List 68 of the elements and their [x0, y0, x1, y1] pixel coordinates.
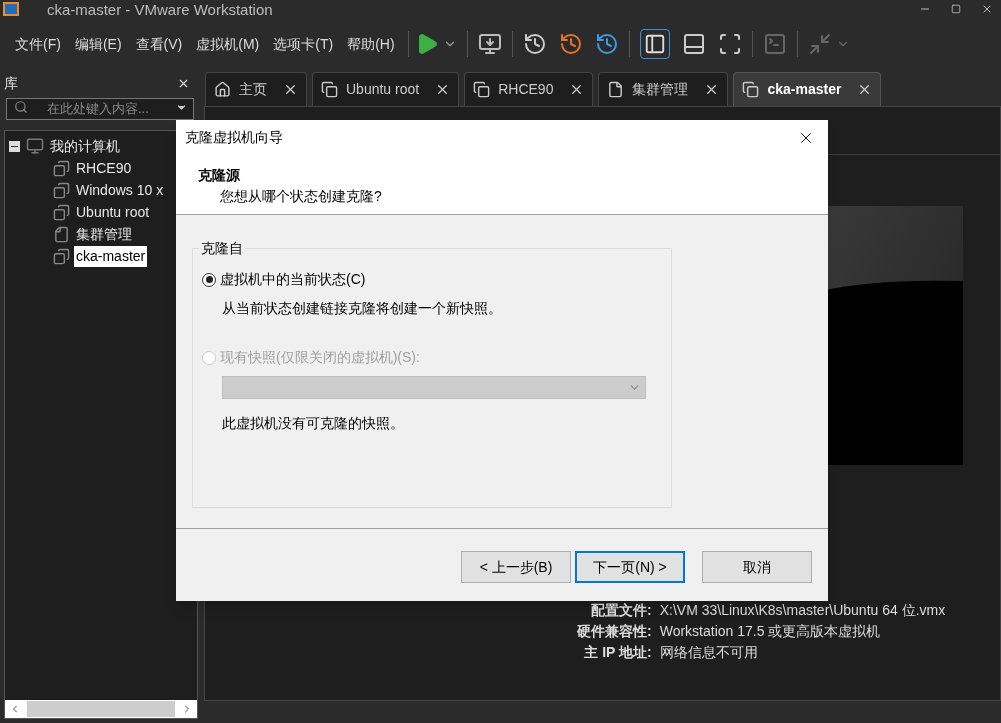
tab[interactable]: 主页	[205, 72, 307, 106]
snapshot-note: 此虚拟机没有可克隆的快照。	[222, 414, 405, 433]
step-subheading: 您想从哪个状态创建克隆?	[220, 187, 383, 206]
library-title: 库	[4, 73, 18, 93]
tab-label[interactable]: 主页	[239, 79, 267, 100]
monitor-download-icon[interactable]	[477, 32, 502, 56]
vm-icon	[321, 81, 338, 98]
sidebar-toggle-button[interactable]	[639, 29, 670, 59]
clock-icon[interactable]	[594, 32, 619, 56]
wizard-button[interactable]: 下一页(N) >	[575, 551, 685, 583]
detail-value: Workstation 17.5 或更高版本虚拟机	[659, 622, 882, 641]
menu-item[interactable]: 查看(V)	[128, 33, 190, 55]
collapse-toggle[interactable]	[9, 140, 20, 152]
search-icon	[14, 100, 28, 114]
home-icon	[214, 81, 231, 98]
terminal-icon[interactable]	[762, 32, 787, 56]
close-icon[interactable]	[981, 3, 993, 15]
vm-icon	[742, 81, 760, 98]
tree-item[interactable]: RHCE90	[74, 157, 134, 179]
vm-icon	[473, 81, 491, 98]
app-logo-icon	[3, 2, 19, 16]
tab[interactable]: 集群管理	[598, 72, 729, 106]
vm-icon	[53, 247, 70, 265]
tree-item[interactable]: Ubuntu root	[74, 201, 152, 223]
menu-item[interactable]: 选项卡(T)	[266, 33, 341, 55]
menu-item[interactable]: 帮助(H)	[340, 33, 402, 55]
clock-icon[interactable]	[522, 32, 547, 56]
dialog-title: 克隆虚拟机向导	[185, 128, 283, 147]
tree-item[interactable]: Windows 10 x	[74, 179, 166, 201]
window-title: cka-master - VMware Workstation	[47, 1, 273, 17]
tab[interactable]: RHCE90	[464, 72, 594, 106]
radio-button[interactable]	[202, 272, 216, 287]
computer-icon	[26, 137, 44, 155]
menu-item[interactable]: 文件(F)	[8, 33, 68, 55]
vm-icon	[53, 203, 70, 221]
tab-label[interactable]: RHCE90	[498, 79, 554, 100]
detail-label: 主 IP 地址:	[583, 643, 652, 662]
tab-label[interactable]: cka-master	[767, 79, 842, 100]
bottom-panel-icon[interactable]	[681, 32, 706, 56]
menu-item[interactable]: 虚拟机(M)	[189, 33, 267, 55]
detail-value: 网络信息不可用	[659, 643, 759, 662]
vm-icon	[53, 159, 70, 177]
wizard-button[interactable]: < 上一步(B)	[461, 551, 571, 583]
wizard-button[interactable]: 取消	[702, 551, 812, 583]
menu-item[interactable]: 编辑(E)	[67, 33, 129, 55]
tree-item[interactable]: 集群管理	[74, 223, 134, 245]
radio-label[interactable]: 虚拟机中的当前状态(C)	[220, 269, 366, 290]
vm-icon	[53, 181, 70, 199]
document-icon	[607, 81, 625, 98]
tab[interactable]: Ubuntu root	[312, 72, 460, 106]
tab-label[interactable]: Ubuntu root	[346, 79, 420, 100]
tab[interactable]: cka-master	[733, 72, 882, 106]
step-heading: 克隆源	[198, 166, 241, 185]
detail-label: 配置文件:	[590, 601, 652, 620]
maximize-icon[interactable]	[951, 4, 961, 14]
document-icon	[53, 225, 70, 243]
clock-icon[interactable]	[558, 32, 583, 56]
tree-item[interactable]: cka-master	[74, 245, 148, 267]
detail-label: 硬件兼容性:	[577, 622, 652, 641]
tree-item[interactable]: 我的计算机	[50, 135, 120, 157]
fullscreen-icon[interactable]	[717, 32, 742, 56]
search-field[interactable]: 在此处键入内容...	[6, 97, 194, 120]
detail-value: X:\VM 33\Linux\K8s\master\Ubuntu 64 位.vmx	[659, 601, 947, 620]
group-label: 克隆自	[199, 239, 245, 257]
option-description: 从当前状态创建链接克隆将创建一个新快照。	[222, 299, 503, 318]
shrink-icon[interactable]	[807, 32, 832, 56]
close-icon[interactable]	[283, 82, 298, 97]
tab-label[interactable]: 集群管理	[632, 79, 689, 100]
